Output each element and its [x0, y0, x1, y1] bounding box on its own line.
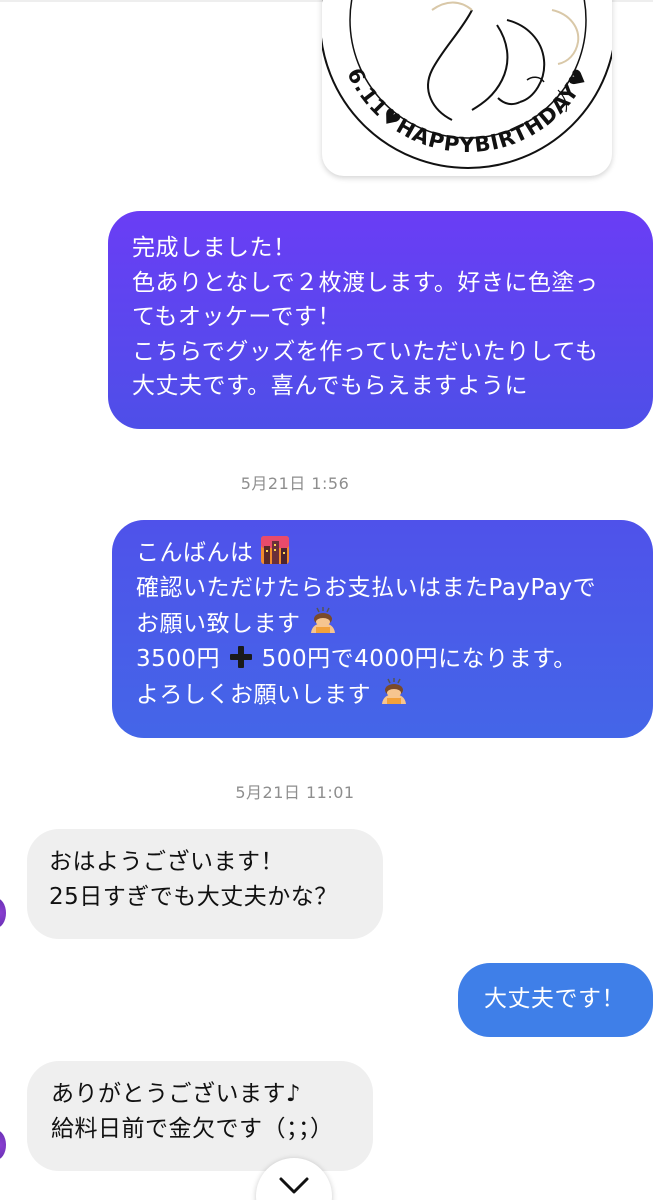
message-line: てもオッケーです！	[132, 304, 341, 330]
outgoing-message[interactable]: こんばんは 確認いただけたらお支払いはまたPayPayで お願い致します 350…	[112, 520, 653, 738]
sunset-cityscape-emoji	[261, 536, 290, 564]
svg-text:6.11♥HAPPYBIRTHDAY♥: 6.11♥HAPPYBIRTHDAY♥	[342, 64, 594, 157]
message-line: こちらでグッズを作っていただいたりしても	[132, 338, 599, 365]
avatar[interactable]	[0, 1130, 6, 1160]
message-line: 大丈夫です！	[484, 986, 625, 1012]
message-line: 確認いただけたらお支払いはまたPayPayで	[136, 574, 597, 601]
message-line: よろしくお願いします	[136, 676, 635, 713]
message-line: お願い致します	[136, 605, 635, 642]
chevron-down-icon	[279, 1177, 309, 1194]
message-line: 3500円 500円で4000円になります。	[136, 642, 635, 677]
message-text: 500円で4000円になります。	[261, 645, 577, 672]
message-line: 25日すぎでも大丈夫かな？	[49, 883, 338, 910]
message-line: 大丈夫です。喜んでもらえますように	[132, 373, 529, 399]
incoming-message[interactable]: おはようございます！ 25日すぎでも大丈夫かな？	[27, 829, 383, 939]
message-text: こんばんは	[136, 540, 254, 566]
message-line: 完成しました！	[132, 235, 297, 261]
message-text: お願い致します	[136, 611, 301, 637]
outgoing-message[interactable]: 大丈夫です！	[458, 963, 653, 1037]
incoming-message[interactable]: ありがとうございます♪ 給料日前で金欠です（；；）	[27, 1061, 373, 1171]
message-line: こんばんは	[136, 536, 635, 571]
message-line: 色ありとなしで２枚渡します。好きに色塗っ	[132, 269, 599, 296]
message-line: 給料日前で金欠です（；；）	[51, 1115, 334, 1142]
outgoing-message[interactable]: 完成しました！ 色ありとなしで２枚渡します。好きに色塗っ てもオッケーです！ こ…	[108, 211, 653, 429]
circle-text: 6.11♥HAPPYBIRTHDAY♥	[342, 64, 593, 157]
avatar[interactable]	[0, 898, 6, 928]
message-line: ありがとうございます♪	[51, 1081, 302, 1107]
timestamp: 5月21日 1:56	[240, 474, 350, 493]
timestamp: 5月21日 11:01	[235, 783, 355, 802]
image-message[interactable]: 6.11♥HAPPYBIRTHDAY♥	[322, 0, 612, 176]
birthday-illustration: 6.11♥HAPPYBIRTHDAY♥	[322, 0, 612, 169]
message-text: 3500円	[136, 645, 221, 672]
person-bowing-emoji	[311, 607, 336, 633]
message-line: おはようございます！	[49, 849, 284, 875]
heavy-plus-emoji	[229, 645, 252, 668]
chat-thread: 6.11♥HAPPYBIRTHDAY♥ 完成しました！ 色ありとなしで２枚渡しま…	[0, 0, 653, 1200]
person-bowing-emoji	[381, 678, 406, 704]
message-text: よろしくお願いします	[136, 682, 371, 708]
